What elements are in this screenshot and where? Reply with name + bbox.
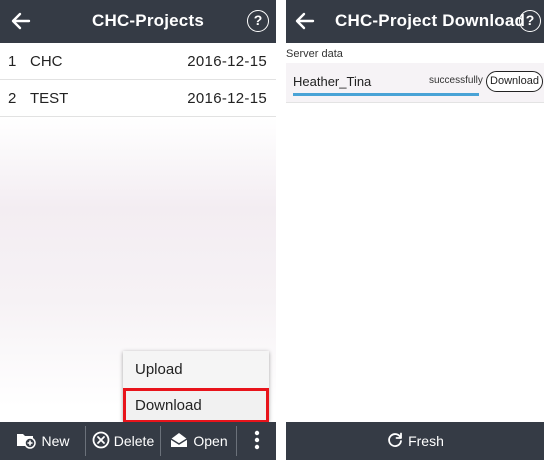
section-label: Server data [286,48,343,60]
project-name: CHC [30,53,63,70]
new-button-label: New [41,433,70,449]
back-arrow-icon[interactable] [292,8,318,34]
project-row[interactable]: 2 TEST 2016-12-15 [0,80,276,117]
download-toolbar: Fresh [286,422,544,460]
open-envelope-icon [169,431,189,452]
project-index: 2 [8,90,17,107]
download-status: successfully [429,75,483,86]
projects-screen: CHC-Projects ? 1 CHC 2016-12-15 2 TEST 2… [0,0,276,460]
help-icon[interactable]: ? [519,10,541,32]
project-row[interactable]: 1 CHC 2016-12-15 [0,43,276,80]
download-screen: CHC-Project Download ? Server data Heath… [286,0,544,460]
delete-button[interactable]: Delete [86,422,160,460]
page-title: CHC-Project Download [335,11,526,30]
project-date: 2016-12-15 [187,90,267,107]
more-vertical-icon [254,430,260,453]
open-button-label: Open [193,433,228,449]
fresh-button-label: Fresh [408,433,444,449]
overflow-menu: Upload Download [123,351,269,423]
server-item-name: Heather_Tina [293,74,372,89]
server-item-row: Heather_Tina successfully Download [286,63,544,103]
download-progress-fill [293,93,479,96]
open-button[interactable]: Open [161,422,236,460]
delete-button-label: Delete [113,433,155,449]
download-header: CHC-Project Download ? [286,0,544,43]
help-icon[interactable]: ? [247,10,269,32]
projects-header: CHC-Projects ? [0,0,276,43]
page-title: CHC-Projects [92,11,204,30]
new-project-icon [15,431,37,452]
project-index: 1 [8,53,17,70]
project-date: 2016-12-15 [187,53,267,70]
refresh-icon [386,431,404,452]
menu-item-upload[interactable]: Upload [123,352,269,387]
projects-toolbar: New Delete Open [0,422,276,460]
fresh-button[interactable]: Fresh [286,422,544,460]
more-options-button[interactable] [237,422,276,460]
project-name: TEST [30,90,69,107]
download-button[interactable]: Download [486,71,543,92]
menu-item-download[interactable]: Download [123,388,269,423]
download-progress-bar [293,93,479,96]
delete-icon [92,431,110,452]
new-button[interactable]: New [0,422,85,460]
back-arrow-icon[interactable] [8,8,34,34]
